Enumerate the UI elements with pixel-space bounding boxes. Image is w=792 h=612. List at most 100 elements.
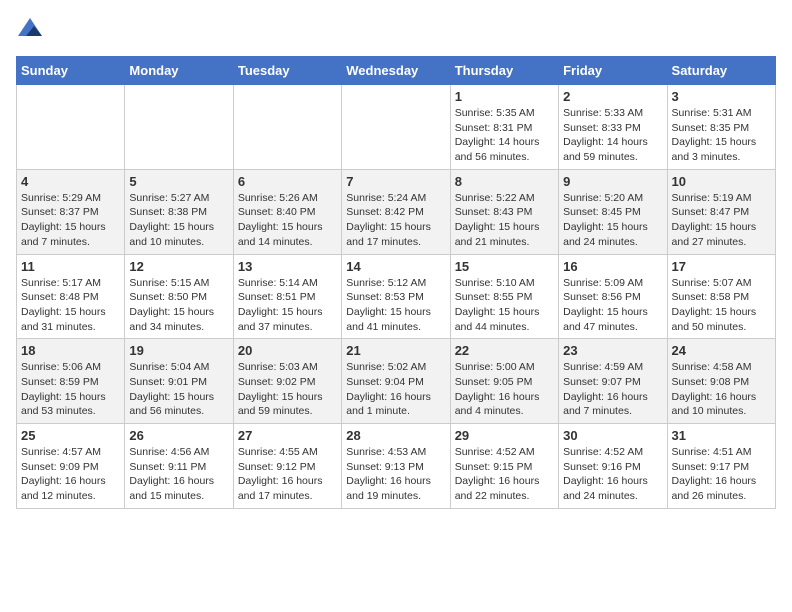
day-info: Sunrise: 4:55 AM Sunset: 9:12 PM Dayligh…	[238, 445, 337, 504]
calendar-cell: 14Sunrise: 5:12 AM Sunset: 8:53 PM Dayli…	[342, 254, 450, 339]
calendar-cell: 10 Sunrise: 5:19 AM Sunset: 8:47 PM Dayli…	[667, 169, 775, 254]
day-info: Sunrise: 4:53 AM Sunset: 9:13 PM Dayligh…	[346, 445, 445, 504]
calendar-cell: 28Sunrise: 4:53 AM Sunset: 9:13 PM Dayli…	[342, 424, 450, 509]
calendar-cell: 27 Sunrise: 4:55 AM Sunset: 9:12 PM Dayli…	[233, 424, 341, 509]
day-info: Sunrise: 5:14 AM Sunset: 8:51 PM Dayligh…	[238, 276, 337, 335]
day-number: 6	[238, 174, 337, 189]
calendar-cell: 17Sunrise: 5:07 AM Sunset: 8:58 PM Dayli…	[667, 254, 775, 339]
calendar-cell: 3 Sunrise: 5:31 AM Sunset: 8:35 PM Daylig…	[667, 85, 775, 170]
calendar-cell: 25 Sunrise: 4:57 AM Sunset: 9:09 PM Dayli…	[17, 424, 125, 509]
calendar-cell	[233, 85, 341, 170]
calendar-cell: 5 Sunrise: 5:27 AM Sunset: 8:38 PM Daylig…	[125, 169, 233, 254]
day-info: Sunrise: 4:56 AM Sunset: 9:11 PM Dayligh…	[129, 445, 228, 504]
calendar-cell: 19Sunrise: 5:04 AM Sunset: 9:01 PM Dayli…	[125, 339, 233, 424]
day-number: 8	[455, 174, 554, 189]
day-info: Sunrise: 5:29 AM Sunset: 8:37 PM Dayligh…	[21, 191, 120, 250]
day-number: 16	[563, 259, 662, 274]
day-number: 12	[129, 259, 228, 274]
logo-icon	[16, 16, 44, 44]
day-info: Sunrise: 4:59 AM Sunset: 9:07 PM Dayligh…	[563, 360, 662, 419]
day-info: Sunrise: 5:07 AM Sunset: 8:58 PM Dayligh…	[672, 276, 771, 335]
day-info: Sunrise: 5:09 AM Sunset: 8:56 PM Dayligh…	[563, 276, 662, 335]
day-number: 18	[21, 343, 120, 358]
weekday-header: Saturday	[667, 57, 775, 85]
calendar-cell: 1 Sunrise: 5:35 AM Sunset: 8:31 PM Daylig…	[450, 85, 558, 170]
logo	[16, 16, 48, 44]
day-number: 27	[238, 428, 337, 443]
day-info: Sunrise: 5:00 AM Sunset: 9:05 PM Dayligh…	[455, 360, 554, 419]
day-number: 30	[563, 428, 662, 443]
day-info: Sunrise: 5:10 AM Sunset: 8:55 PM Dayligh…	[455, 276, 554, 335]
day-number: 13	[238, 259, 337, 274]
calendar-week-row: 18 Sunrise: 5:06 AM Sunset: 8:59 PM Dayli…	[17, 339, 776, 424]
weekday-header: Friday	[559, 57, 667, 85]
day-info: Sunrise: 4:52 AM Sunset: 9:16 PM Dayligh…	[563, 445, 662, 504]
calendar-cell: 6 Sunrise: 5:26 AM Sunset: 8:40 PM Daylig…	[233, 169, 341, 254]
calendar-cell: 2 Sunrise: 5:33 AM Sunset: 8:33 PM Daylig…	[559, 85, 667, 170]
day-number: 31	[672, 428, 771, 443]
calendar-cell: 13 Sunrise: 5:14 AM Sunset: 8:51 PM Dayli…	[233, 254, 341, 339]
day-info: Sunrise: 5:03 AM Sunset: 9:02 PM Dayligh…	[238, 360, 337, 419]
calendar-cell: 9Sunrise: 5:20 AM Sunset: 8:45 PM Daylig…	[559, 169, 667, 254]
day-info: Sunrise: 5:27 AM Sunset: 8:38 PM Dayligh…	[129, 191, 228, 250]
day-number: 23	[563, 343, 662, 358]
calendar-cell: 29 Sunrise: 4:52 AM Sunset: 9:15 PM Dayli…	[450, 424, 558, 509]
day-info: Sunrise: 5:02 AM Sunset: 9:04 PM Dayligh…	[346, 360, 445, 419]
day-info: Sunrise: 5:15 AM Sunset: 8:50 PM Dayligh…	[129, 276, 228, 335]
day-number: 29	[455, 428, 554, 443]
day-number: 22	[455, 343, 554, 358]
day-info: Sunrise: 5:22 AM Sunset: 8:43 PM Dayligh…	[455, 191, 554, 250]
day-info: Sunrise: 5:06 AM Sunset: 8:59 PM Dayligh…	[21, 360, 120, 419]
calendar-cell: 24 Sunrise: 4:58 AM Sunset: 9:08 PM Dayli…	[667, 339, 775, 424]
day-number: 2	[563, 89, 662, 104]
calendar-cell: 12 Sunrise: 5:15 AM Sunset: 8:50 PM Dayli…	[125, 254, 233, 339]
day-number: 24	[672, 343, 771, 358]
calendar-cell: 7 Sunrise: 5:24 AM Sunset: 8:42 PM Daylig…	[342, 169, 450, 254]
day-info: Sunrise: 5:26 AM Sunset: 8:40 PM Dayligh…	[238, 191, 337, 250]
day-number: 15	[455, 259, 554, 274]
day-number: 20	[238, 343, 337, 358]
weekday-header: Thursday	[450, 57, 558, 85]
day-number: 7	[346, 174, 445, 189]
calendar-week-row: 4 Sunrise: 5:29 AM Sunset: 8:37 PM Daylig…	[17, 169, 776, 254]
calendar-table: SundayMondayTuesdayWednesdayThursdayFrid…	[16, 56, 776, 509]
calendar-week-row: 1 Sunrise: 5:35 AM Sunset: 8:31 PM Daylig…	[17, 85, 776, 170]
calendar-cell: 22 Sunrise: 5:00 AM Sunset: 9:05 PM Dayli…	[450, 339, 558, 424]
calendar-cell: 23 Sunrise: 4:59 AM Sunset: 9:07 PM Dayli…	[559, 339, 667, 424]
day-info: Sunrise: 4:51 AM Sunset: 9:17 PM Dayligh…	[672, 445, 771, 504]
day-number: 1	[455, 89, 554, 104]
day-info: Sunrise: 5:04 AM Sunset: 9:01 PM Dayligh…	[129, 360, 228, 419]
day-info: Sunrise: 4:57 AM Sunset: 9:09 PM Dayligh…	[21, 445, 120, 504]
day-info: Sunrise: 5:12 AM Sunset: 8:53 PM Dayligh…	[346, 276, 445, 335]
day-info: Sunrise: 5:35 AM Sunset: 8:31 PM Dayligh…	[455, 106, 554, 165]
day-number: 21	[346, 343, 445, 358]
weekday-header: Wednesday	[342, 57, 450, 85]
calendar-cell	[125, 85, 233, 170]
day-info: Sunrise: 5:19 AM Sunset: 8:47 PM Dayligh…	[672, 191, 771, 250]
day-number: 4	[21, 174, 120, 189]
day-info: Sunrise: 5:33 AM Sunset: 8:33 PM Dayligh…	[563, 106, 662, 165]
calendar-cell: 31 Sunrise: 4:51 AM Sunset: 9:17 PM Dayli…	[667, 424, 775, 509]
calendar-cell: 15 Sunrise: 5:10 AM Sunset: 8:55 PM Dayli…	[450, 254, 558, 339]
day-info: Sunrise: 5:31 AM Sunset: 8:35 PM Dayligh…	[672, 106, 771, 165]
day-number: 10	[672, 174, 771, 189]
calendar-cell: 8 Sunrise: 5:22 AM Sunset: 8:43 PM Daylig…	[450, 169, 558, 254]
day-number: 3	[672, 89, 771, 104]
calendar-week-row: 11Sunrise: 5:17 AM Sunset: 8:48 PM Dayli…	[17, 254, 776, 339]
calendar-cell: 11Sunrise: 5:17 AM Sunset: 8:48 PM Dayli…	[17, 254, 125, 339]
calendar-cell: 26 Sunrise: 4:56 AM Sunset: 9:11 PM Dayli…	[125, 424, 233, 509]
weekday-header: Monday	[125, 57, 233, 85]
day-info: Sunrise: 5:24 AM Sunset: 8:42 PM Dayligh…	[346, 191, 445, 250]
day-number: 25	[21, 428, 120, 443]
day-number: 26	[129, 428, 228, 443]
calendar-cell: 30 Sunrise: 4:52 AM Sunset: 9:16 PM Dayli…	[559, 424, 667, 509]
calendar-week-row: 25 Sunrise: 4:57 AM Sunset: 9:09 PM Dayli…	[17, 424, 776, 509]
day-info: Sunrise: 5:17 AM Sunset: 8:48 PM Dayligh…	[21, 276, 120, 335]
calendar-cell	[17, 85, 125, 170]
calendar-cell: 4 Sunrise: 5:29 AM Sunset: 8:37 PM Daylig…	[17, 169, 125, 254]
day-info: Sunrise: 4:58 AM Sunset: 9:08 PM Dayligh…	[672, 360, 771, 419]
day-number: 5	[129, 174, 228, 189]
day-info: Sunrise: 4:52 AM Sunset: 9:15 PM Dayligh…	[455, 445, 554, 504]
day-number: 9	[563, 174, 662, 189]
calendar-cell: 16 Sunrise: 5:09 AM Sunset: 8:56 PM Dayli…	[559, 254, 667, 339]
